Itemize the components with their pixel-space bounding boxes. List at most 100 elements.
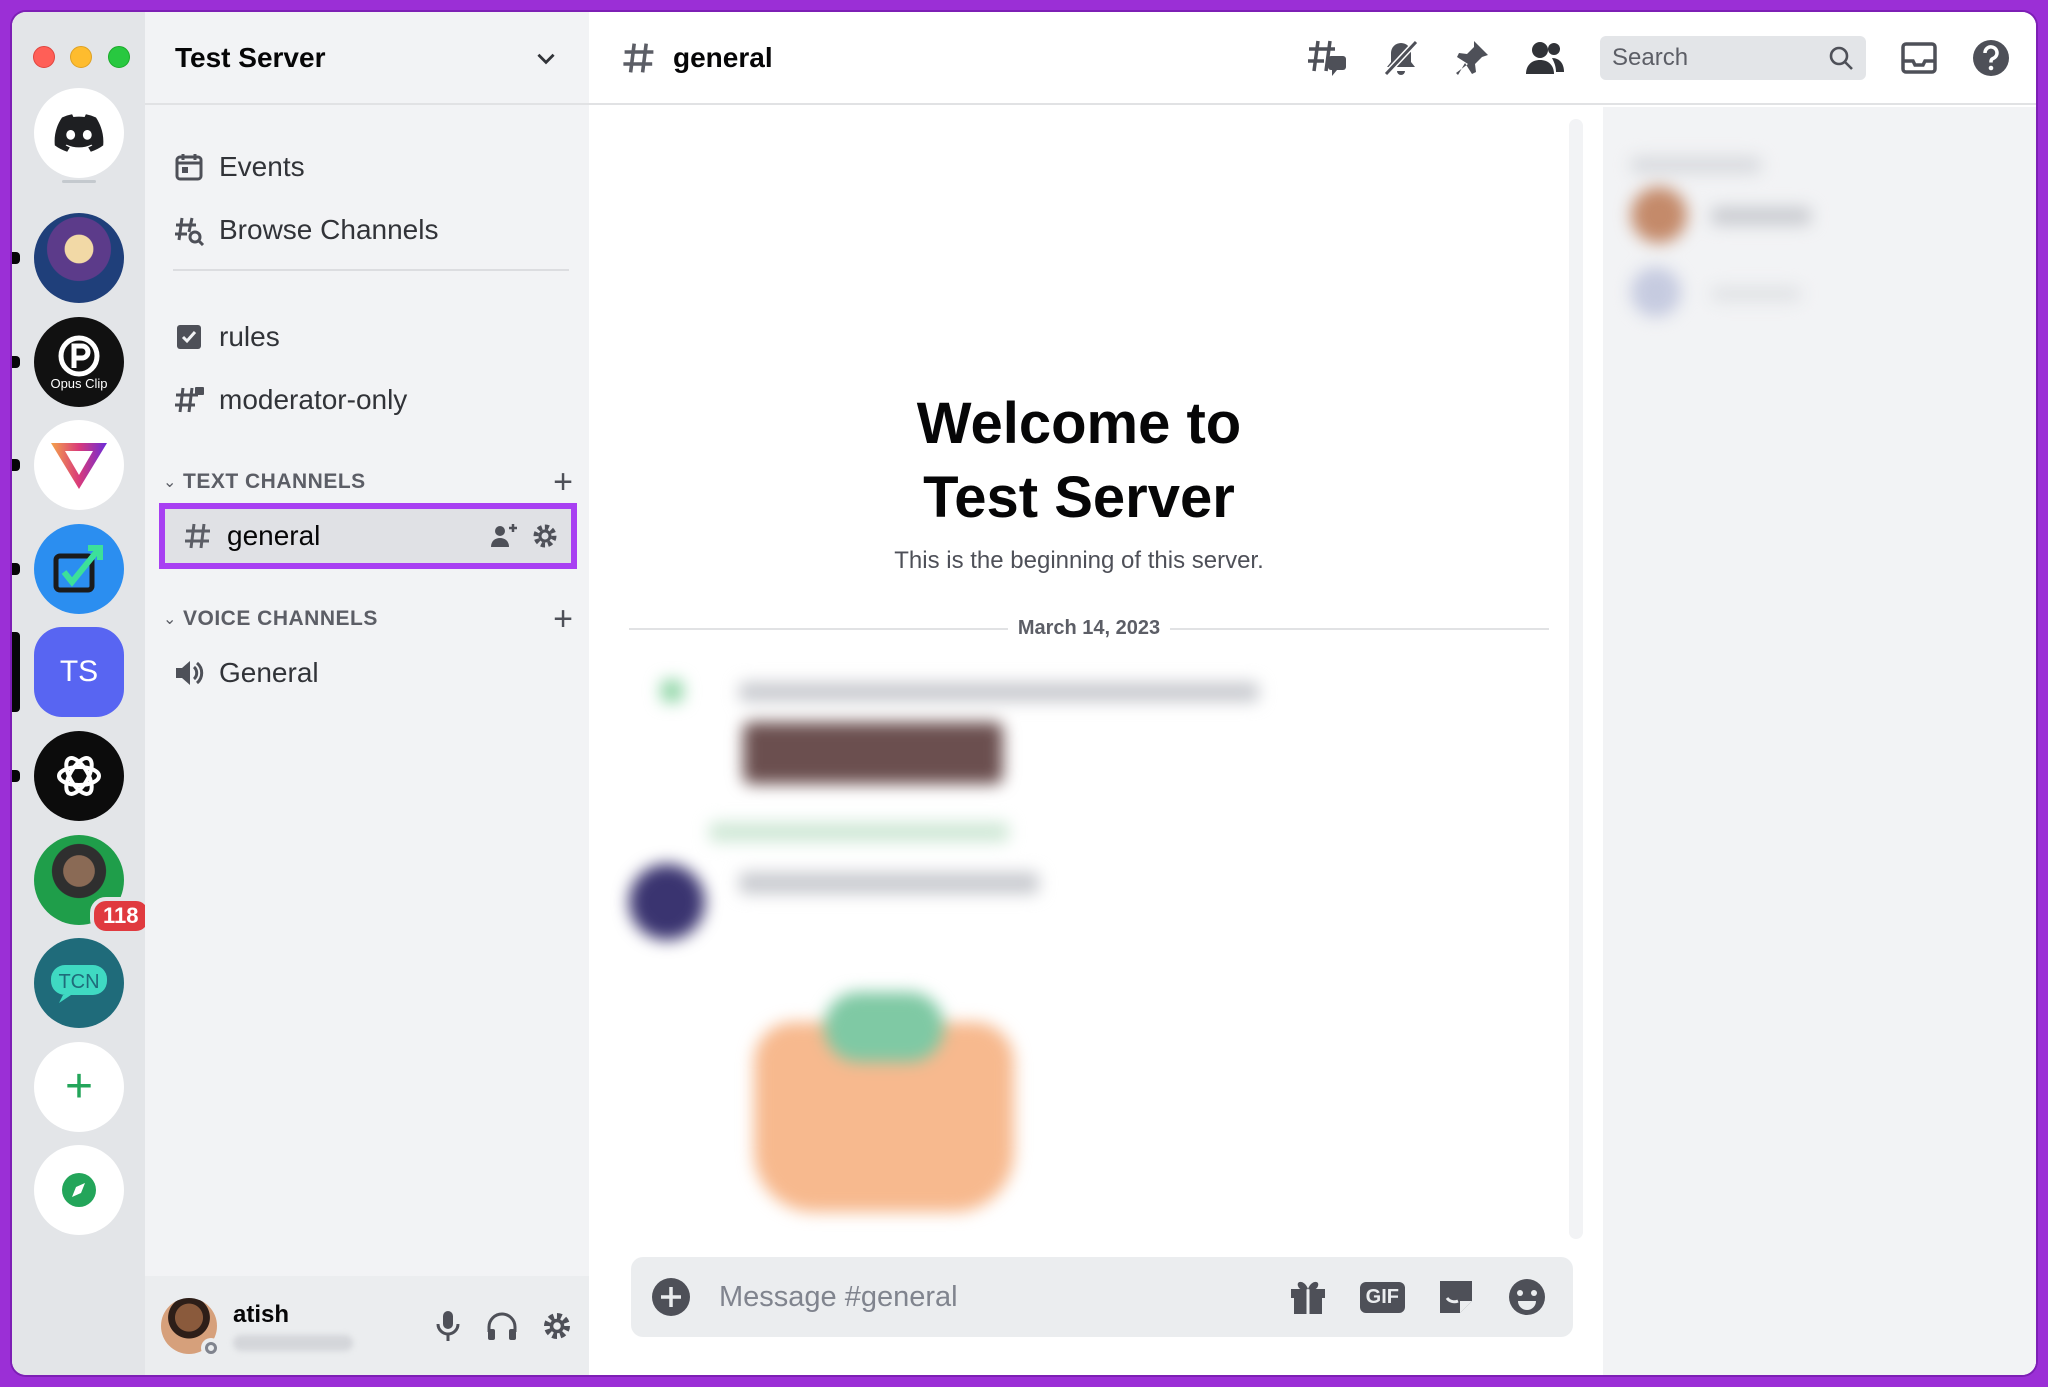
channel-sidebar: Test Server Events Browse Channels rules…	[145, 12, 589, 1375]
browse-channels-label: Browse Channels	[219, 214, 439, 245]
unread-indicator	[12, 459, 20, 471]
channel-general-selected[interactable]: general	[159, 503, 577, 569]
date-divider: March 14, 2023	[629, 617, 1550, 640]
chevron-down-icon	[537, 53, 555, 64]
server-rail: Opus Clip TS 118 TCN +	[12, 12, 152, 1375]
blurred-message	[649, 672, 1429, 792]
server-profile[interactable]: 118	[34, 835, 152, 935]
server-name: Test Server	[175, 41, 326, 73]
compass-icon	[62, 1173, 96, 1207]
category-label: VOICE CHANNELS	[183, 607, 378, 630]
chat-scrollbar[interactable]	[1569, 119, 1583, 1239]
openai-logo-icon	[57, 756, 101, 796]
plus-circle-icon[interactable]	[651, 1277, 691, 1317]
server-chart[interactable]	[12, 524, 124, 614]
hash-icon	[623, 42, 654, 73]
calendar-icon	[173, 151, 205, 183]
microphone-icon[interactable]	[433, 1309, 463, 1343]
server-label: Opus Clip	[50, 375, 108, 391]
blurred-member-list	[1631, 157, 1891, 317]
server-label: TCN	[58, 971, 99, 993]
speaker-icon	[173, 657, 205, 689]
discover-button[interactable]	[34, 1145, 124, 1235]
server-initials: TS	[59, 655, 99, 688]
gif-button[interactable]: GIF	[1359, 1281, 1405, 1313]
browse-channels-icon	[173, 214, 205, 246]
locked-hash-icon	[173, 384, 205, 416]
channel-moderator-only[interactable]: moderator-only	[173, 376, 407, 424]
gear-icon[interactable]	[541, 1310, 573, 1342]
server-test-server[interactable]: TS	[12, 627, 124, 717]
welcome-subtitle: This is the beginning of this server.	[894, 547, 1264, 574]
checkmark-arrow-icon	[53, 545, 103, 593]
category-label: TEXT CHANNELS	[183, 470, 366, 493]
user-status-blurred	[233, 1334, 353, 1351]
mention-badge: 118	[90, 897, 152, 935]
unread-indicator	[12, 770, 20, 782]
message-area: Welcome to Test Server This is the begin…	[589, 107, 1601, 1257]
window-maximize-button[interactable]	[108, 46, 130, 68]
sidebar-divider	[173, 269, 569, 271]
gear-icon[interactable]	[531, 522, 559, 550]
plus-icon: +	[64, 1060, 94, 1113]
add-channel-icon[interactable]: +	[553, 465, 573, 499]
server-header[interactable]: Test Server	[145, 12, 589, 105]
date-divider-label: March 14, 2023	[1017, 617, 1161, 639]
channel-header: general Search	[589, 12, 2036, 105]
channel-rules[interactable]: rules	[173, 313, 280, 361]
home-button[interactable]	[34, 88, 124, 178]
mute-notifications-icon[interactable]	[1382, 39, 1420, 77]
channel-label: general	[227, 520, 321, 551]
window-close-button[interactable]	[33, 46, 55, 68]
invite-member-icon[interactable]	[489, 521, 519, 551]
gift-icon[interactable]	[1288, 1278, 1328, 1316]
rules-icon	[173, 321, 205, 353]
main-panel: general Search Welcome to Test Server Th…	[589, 12, 2036, 1375]
channel-label: rules	[219, 321, 280, 352]
server-tcn[interactable]: TCN	[34, 938, 124, 1028]
hash-icon	[185, 523, 210, 549]
blurred-message	[629, 822, 1429, 942]
avatar[interactable]	[161, 1297, 221, 1358]
user-panel: atish	[145, 1276, 589, 1375]
server-openai[interactable]	[12, 731, 124, 821]
server-triangle[interactable]	[12, 420, 124, 510]
message-input[interactable]: Message #general	[719, 1281, 1288, 1314]
selected-indicator	[12, 632, 20, 712]
channel-title: general	[673, 41, 773, 73]
add-channel-icon[interactable]: +	[553, 602, 573, 636]
headphones-icon[interactable]	[485, 1310, 519, 1342]
search-placeholder: Search	[1612, 43, 1689, 71]
pin-icon[interactable]	[1454, 39, 1490, 77]
rail-separator	[62, 180, 96, 183]
browse-channels-row[interactable]: Browse Channels	[173, 206, 438, 254]
emoji-icon[interactable]	[1507, 1277, 1547, 1317]
events-row[interactable]: Events	[173, 143, 305, 191]
window-minimize-button[interactable]	[70, 46, 92, 68]
server-opus-clip[interactable]: Opus Clip	[12, 317, 124, 407]
voice-channel-general[interactable]: General	[173, 649, 319, 697]
status-indicator	[201, 1337, 221, 1358]
category-voice-channels[interactable]: ⌄ VOICE CHANNELS +	[163, 602, 573, 636]
server-wizard[interactable]	[12, 213, 124, 303]
opus-logo-icon	[58, 335, 100, 376]
search-icon	[1829, 46, 1853, 70]
discord-window: Opus Clip TS 118 TCN + Test Server Event…	[12, 12, 2036, 1375]
unread-indicator	[12, 252, 20, 264]
events-label: Events	[219, 151, 305, 182]
members-icon[interactable]	[1524, 40, 1566, 76]
chevron-down-icon: ⌄	[163, 474, 177, 491]
help-icon[interactable]	[1972, 39, 2010, 77]
welcome-block: Welcome to Test Server This is the begin…	[589, 387, 1569, 575]
threads-icon[interactable]	[1306, 38, 1348, 78]
username: atish	[233, 1300, 290, 1328]
sticker-icon[interactable]	[1437, 1278, 1475, 1316]
add-server-button[interactable]: +	[34, 1042, 124, 1132]
welcome-title-line1: Welcome to	[916, 391, 1242, 456]
search-input[interactable]: Search	[1600, 35, 1866, 80]
inbox-icon[interactable]	[1900, 41, 1938, 75]
tcn-logo-icon: TCN	[51, 965, 107, 1003]
welcome-title-line2: Test Server	[923, 465, 1235, 530]
unread-indicator	[12, 563, 20, 575]
category-text-channels[interactable]: ⌄ TEXT CHANNELS +	[163, 465, 573, 499]
